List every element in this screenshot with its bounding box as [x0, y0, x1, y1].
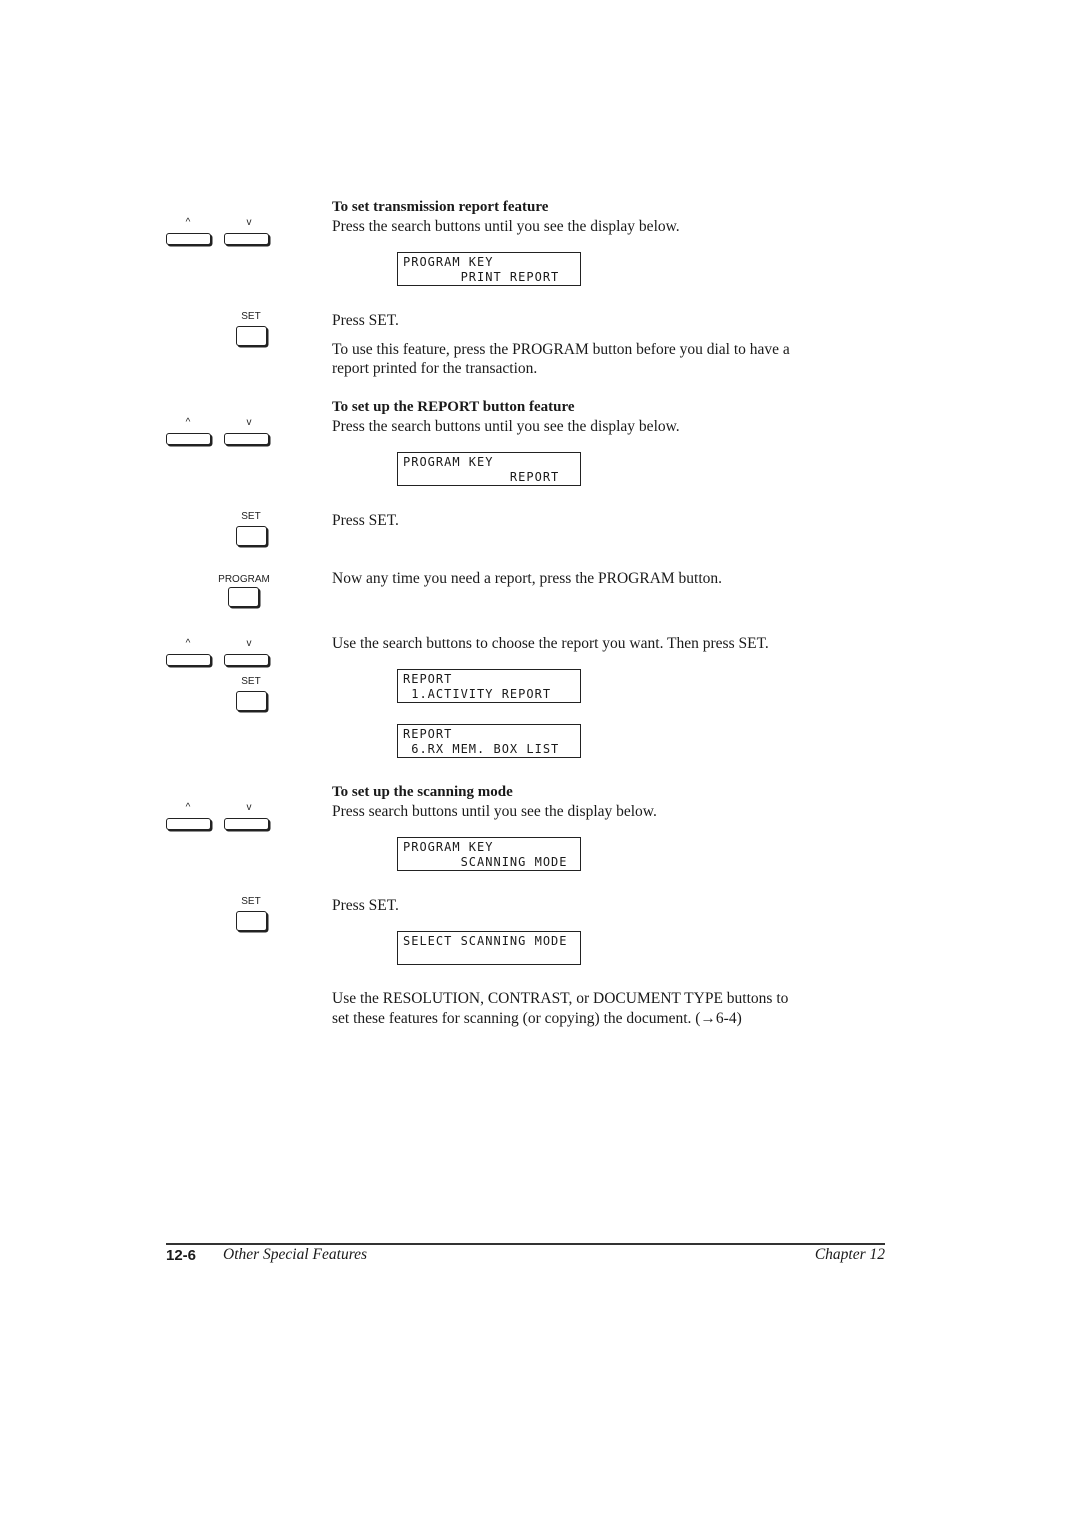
- section-heading: To set up the REPORT button feature: [332, 399, 575, 415]
- final-note-text: Use the RESOLUTION, CONTRAST, or DOCUMEN…: [332, 990, 789, 1007]
- lcd-line: 6.RX MEM. BOX LIST: [403, 742, 560, 756]
- lcd-display: REPORT 6.RX MEM. BOX LIST: [397, 724, 581, 758]
- program-key-label: PROGRAM: [218, 574, 270, 585]
- up-key-label: ^: [185, 217, 191, 228]
- down-key-label: v: [246, 638, 252, 649]
- lcd-line: SELECT SCANNING MODE: [403, 934, 568, 948]
- program-button[interactable]: [228, 587, 259, 607]
- down-search-button[interactable]: [224, 433, 269, 445]
- set-button[interactable]: [236, 911, 267, 931]
- down-key-label: v: [246, 802, 252, 813]
- choose-note-text: Use the search buttons to choose the rep…: [332, 635, 769, 652]
- press-set-text: Press SET.: [332, 312, 399, 329]
- lcd-line: PROGRAM KEY: [403, 255, 494, 269]
- lcd-line: REPORT: [403, 727, 453, 741]
- press-set-text: Press SET.: [332, 512, 399, 529]
- lcd-line: REPORT: [403, 470, 560, 484]
- down-search-button[interactable]: [224, 818, 269, 830]
- footer-title: Other Special Features: [223, 1246, 368, 1263]
- lcd-line: PROGRAM KEY: [403, 840, 494, 854]
- up-search-button[interactable]: [166, 433, 211, 445]
- program-note-text: Now any time you need a report, press th…: [332, 570, 723, 587]
- final-note-text: set these features for scanning (or copy…: [332, 1010, 742, 1027]
- press-set-text: Press SET.: [332, 897, 399, 914]
- instruction-text: Press the search buttons until you see t…: [332, 218, 680, 235]
- set-key-label: SET: [241, 511, 261, 522]
- instruction-text: Press search buttons until you see the d…: [332, 803, 657, 820]
- page-number: 12-6: [166, 1247, 197, 1264]
- down-search-button[interactable]: [224, 654, 269, 666]
- instruction-text: Press the search buttons until you see t…: [332, 418, 680, 435]
- lcd-line: 1.ACTIVITY REPORT: [403, 687, 552, 701]
- down-search-button[interactable]: [224, 233, 269, 245]
- up-search-button[interactable]: [166, 233, 211, 245]
- section-heading: To set up the scanning mode: [332, 784, 513, 800]
- lcd-display: PROGRAM KEY SCANNING MODE: [397, 837, 581, 871]
- up-search-button[interactable]: [166, 654, 211, 666]
- lcd-line: SCANNING MODE: [403, 855, 568, 869]
- lcd-line: PROGRAM KEY: [403, 455, 494, 469]
- set-key-label: SET: [241, 311, 261, 322]
- set-key-label: SET: [241, 676, 261, 687]
- note-text: To use this feature, press the PROGRAM b…: [332, 341, 790, 358]
- footer-chapter: Chapter 12: [814, 1246, 885, 1263]
- lcd-line: REPORT: [403, 672, 453, 686]
- lcd-display: SELECT SCANNING MODE: [397, 931, 581, 965]
- note-text: report printed for the transaction.: [332, 360, 538, 377]
- footer-rule: [166, 1243, 885, 1245]
- lcd-line: PRINT REPORT: [403, 270, 560, 284]
- up-key-label: ^: [185, 802, 191, 813]
- set-button[interactable]: [236, 691, 267, 711]
- down-key-label: v: [246, 217, 252, 228]
- lcd-display: PROGRAM KEY REPORT: [397, 452, 581, 486]
- set-button[interactable]: [236, 326, 267, 346]
- up-key-label: ^: [185, 638, 191, 649]
- down-key-label: v: [246, 417, 252, 428]
- up-key-label: ^: [185, 417, 191, 428]
- set-key-label: SET: [241, 896, 261, 907]
- up-search-button[interactable]: [166, 818, 211, 830]
- section-heading: To set transmission report feature: [332, 199, 549, 215]
- set-button[interactable]: [236, 526, 267, 546]
- lcd-display: PROGRAM KEY PRINT REPORT: [397, 252, 581, 286]
- lcd-display: REPORT 1.ACTIVITY REPORT: [397, 669, 581, 703]
